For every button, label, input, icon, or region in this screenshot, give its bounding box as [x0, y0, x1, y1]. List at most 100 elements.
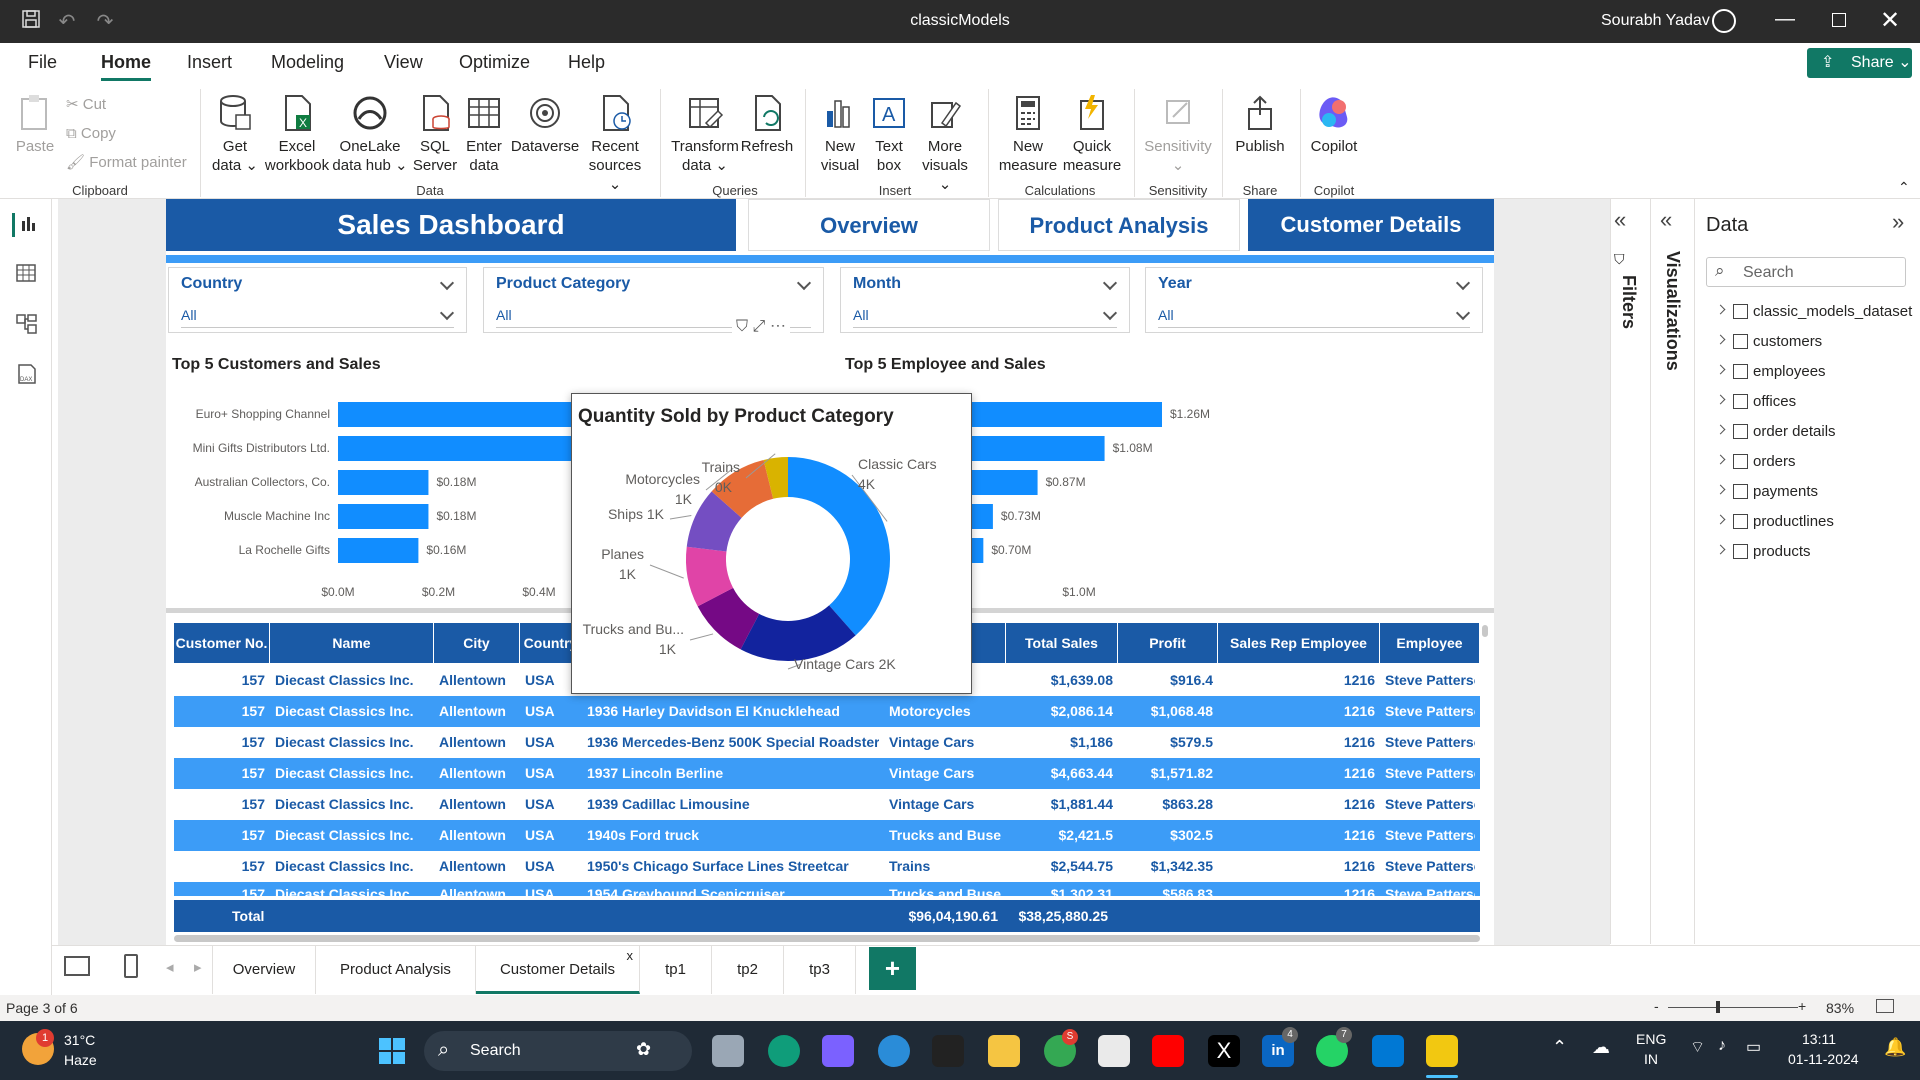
visualizations-pane-label[interactable]: Visualizations [1662, 251, 1683, 371]
format-painter-button[interactable]: 🖌 Format painter [66, 153, 187, 172]
powerbi-icon[interactable] [1426, 1035, 1458, 1067]
collapse-filters-icon[interactable]: « [1614, 207, 1626, 233]
minimize-icon[interactable]: — [1775, 8, 1795, 31]
excel-workbook-button[interactable]: X Excel workbook [262, 93, 332, 175]
table-view-icon[interactable] [16, 263, 36, 287]
close-icon[interactable]: ✕ [1880, 6, 1900, 35]
close-tab-icon[interactable]: x [627, 932, 634, 980]
data-table-item[interactable]: productlines [1715, 513, 1834, 530]
expand-data-icon[interactable]: » [1892, 209, 1904, 235]
table-row[interactable]: 157 Diecast Classics Inc. Allentown USA 1936… [174, 727, 1480, 758]
cut-button[interactable]: ✂ Cut [66, 95, 106, 114]
chatgpt-icon[interactable] [768, 1035, 800, 1067]
taskbar-search[interactable]: ⌕ Search ✿ [424, 1031, 692, 1071]
quantity-donut-chart[interactable]: Quantity Sold by Product Category Classi… [571, 393, 972, 694]
slicer-product-category[interactable]: Product Category All ⛉ ⤢ ⋯ [483, 267, 824, 336]
zoom-handle[interactable] [1716, 1001, 1720, 1013]
prev-page-icon[interactable]: ◂ [166, 958, 174, 976]
menu-insert[interactable]: Insert [187, 52, 232, 73]
data-table-item[interactable]: employees [1715, 363, 1826, 380]
data-table-item[interactable]: orders [1715, 453, 1796, 470]
model-view-icon[interactable] [16, 313, 38, 339]
more-options-icon[interactable]: ⋯ [770, 318, 786, 335]
notification-bell-icon[interactable]: 🔔 [1884, 1037, 1906, 1058]
volume-icon[interactable]: ♪ [1718, 1037, 1726, 1055]
edge-icon[interactable] [878, 1035, 910, 1067]
data-table-item[interactable]: order details [1715, 423, 1836, 440]
zoom-slider[interactable] [1668, 1007, 1798, 1008]
gaming-icon[interactable] [932, 1035, 964, 1067]
avatar-icon[interactable] [1712, 9, 1736, 33]
col-header[interactable]: Name [270, 623, 434, 663]
slicer-year-value[interactable]: All [1158, 304, 1470, 328]
vertical-scrollbar[interactable] [1482, 625, 1488, 637]
zoom-in-icon[interactable]: + [1798, 998, 1806, 1014]
enter-data-button[interactable]: Enter data [462, 93, 506, 175]
menu-home[interactable]: Home [101, 52, 152, 81]
maximize-icon[interactable] [1832, 13, 1846, 27]
col-header[interactable]: Customer No. [174, 623, 270, 663]
data-table-item[interactable]: offices [1715, 393, 1796, 410]
menu-help[interactable]: Help [568, 52, 605, 73]
mobile-layout-icon[interactable] [124, 954, 138, 978]
slicer-country[interactable]: Country All [168, 267, 467, 333]
table-row[interactable]: 157 Diecast Classics Inc. Allentown USA 1940… [174, 820, 1480, 851]
paste-button[interactable]: Paste [14, 93, 56, 156]
col-header[interactable]: Total Sales [1006, 623, 1118, 663]
zoom-out-icon[interactable]: - [1654, 998, 1659, 1014]
collapse-visualizations-icon[interactable]: « [1660, 207, 1672, 233]
data-table-item[interactable]: products [1715, 543, 1811, 560]
page-tab-product-analysis[interactable]: Product Analysis [316, 946, 476, 994]
slicer-country-value[interactable]: All [181, 304, 454, 328]
battery-icon[interactable]: ▭ [1746, 1037, 1761, 1057]
show-hidden-icons[interactable]: ⌃ [1552, 1037, 1567, 1058]
filters-pane-label[interactable]: Filters [1618, 275, 1639, 329]
page-tab-tp2[interactable]: tp2 [712, 946, 784, 994]
desktop-layout-icon[interactable] [64, 956, 90, 976]
report-view-icon[interactable] [12, 213, 40, 237]
wifi-icon[interactable]: ⌔ [1690, 1037, 1705, 1057]
store-icon[interactable] [1098, 1035, 1130, 1067]
page-tab-customer-details[interactable]: Customer Details x [476, 946, 640, 994]
nav-customer-details-button[interactable]: Customer Details [1248, 199, 1494, 251]
vscode-icon[interactable] [1372, 1035, 1404, 1067]
text-box-button[interactable]: A Text box [866, 93, 912, 175]
publish-button[interactable]: Publish [1230, 93, 1290, 156]
nav-overview-button[interactable]: Overview [748, 199, 990, 251]
transform-data-button[interactable]: Transform data ⌄ [670, 93, 740, 175]
col-header[interactable]: City [434, 623, 520, 663]
cloud-icon[interactable]: ☁ [1592, 1037, 1610, 1058]
sql-server-button[interactable]: SQL Server [412, 93, 458, 175]
menu-modeling[interactable]: Modeling [271, 52, 344, 73]
data-table-item[interactable]: classic_models_dataset [1715, 303, 1912, 320]
table-row[interactable]: 157 Diecast Classics Inc. Allentown USA 1936… [174, 696, 1480, 727]
add-page-button[interactable]: + [869, 947, 916, 990]
slicer-year[interactable]: Year All [1145, 267, 1483, 333]
menu-optimize[interactable]: Optimize [459, 52, 530, 73]
collapse-ribbon-icon[interactable]: ⌃ [1898, 179, 1910, 196]
slicer-month[interactable]: Month All [840, 267, 1130, 333]
data-table-item[interactable]: payments [1715, 483, 1818, 500]
share-button[interactable]: ⇪ Share ⌄ [1807, 48, 1912, 78]
file-explorer-icon[interactable] [988, 1035, 1020, 1067]
recent-sources-button[interactable]: Recent sources ⌄ [584, 93, 646, 194]
get-data-button[interactable]: Get data ⌄ [210, 93, 260, 175]
filter-icon[interactable]: ⛉ [736, 318, 748, 335]
quick-measure-button[interactable]: Quick measure [1060, 93, 1124, 175]
nav-product-analysis-button[interactable]: Product Analysis [998, 199, 1240, 251]
col-header[interactable]: Employee Name [1380, 623, 1480, 691]
data-table-item[interactable]: customers [1715, 333, 1822, 350]
task-view-icon[interactable] [712, 1035, 744, 1067]
dax-query-icon[interactable]: DAX [16, 363, 38, 389]
menu-file[interactable]: File [28, 52, 57, 73]
copy-button[interactable]: ⧉ Copy [66, 124, 116, 143]
youtube-icon[interactable] [1152, 1035, 1184, 1067]
new-measure-button[interactable]: New measure [996, 93, 1060, 175]
col-header[interactable]: Profit [1118, 623, 1218, 663]
table-row[interactable]: 157 Diecast Classics Inc. Allentown USA 1939… [174, 789, 1480, 820]
table-row[interactable]: 157 Diecast Classics Inc. Allentown USA 1950… [174, 851, 1480, 882]
col-header[interactable]: Sales Rep Employee No. [1218, 623, 1380, 691]
more-visuals-button[interactable]: More visuals ⌄ [914, 93, 976, 194]
menu-view[interactable]: View [384, 52, 423, 73]
dataverse-button[interactable]: Dataverse [510, 93, 580, 156]
